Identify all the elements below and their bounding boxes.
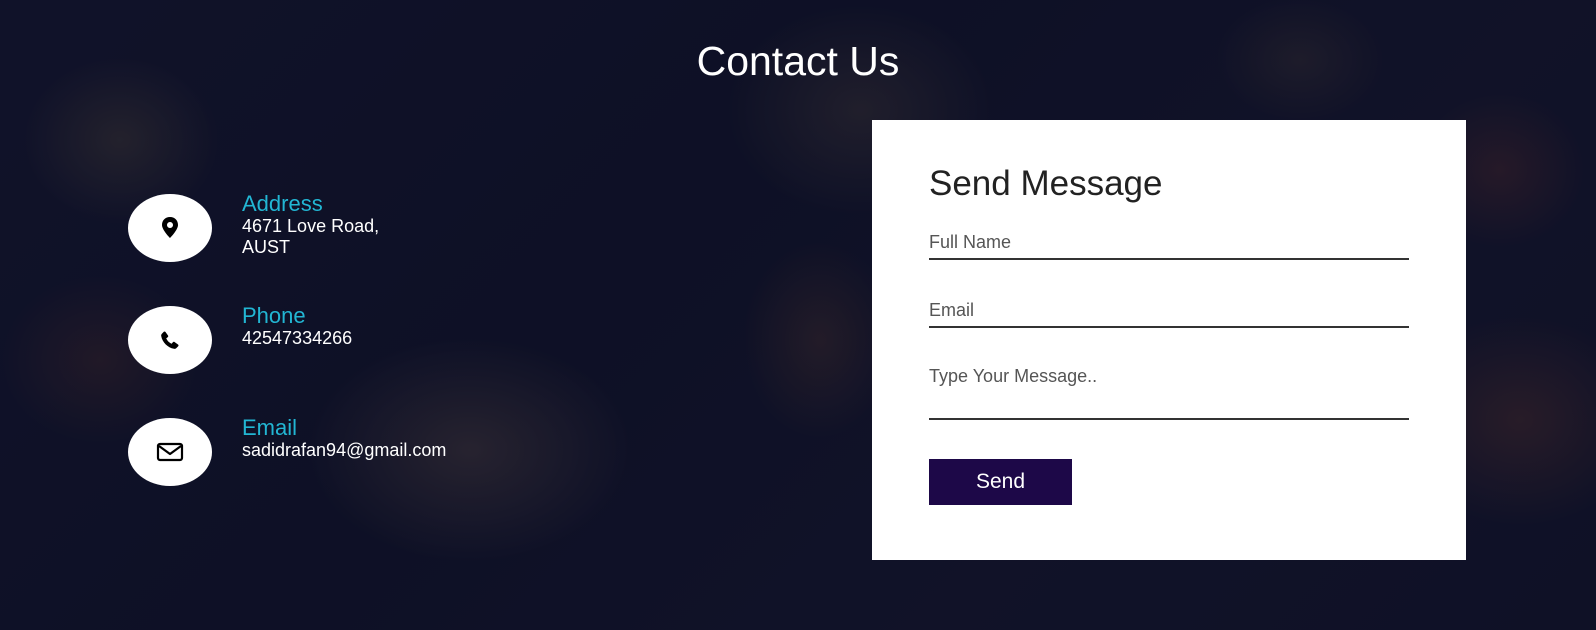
phone-icon — [128, 306, 212, 374]
address-text: Address 4671 Love Road, AUST — [242, 192, 379, 258]
envelope-icon — [128, 418, 212, 486]
contact-page: Contact Us Address 4671 Love Road, AUST … — [0, 0, 1596, 630]
email-label: Email — [242, 415, 298, 440]
full-name-input[interactable] — [929, 230, 1409, 260]
phone-text: Phone 42547334266 — [242, 304, 352, 349]
email-text: Email sadidrafan94@gmail.com — [242, 416, 446, 461]
email-input[interactable] — [929, 298, 1409, 328]
page-title: Contact Us — [696, 38, 900, 84]
send-message-form: Send Message Send — [872, 120, 1466, 560]
phone-value: 42547334266 — [242, 328, 353, 348]
address-value: 4671 Love Road, AUST — [242, 216, 380, 257]
send-button[interactable]: Send — [929, 459, 1072, 505]
phone-label: Phone — [242, 303, 306, 328]
form-title: Send Message — [929, 164, 1163, 203]
address-label: Address — [242, 191, 323, 216]
contact-item-phone: Phone 42547334266 — [128, 304, 548, 376]
contact-item-address: Address 4671 Love Road, AUST — [128, 192, 548, 264]
map-pin-icon — [128, 194, 212, 262]
contact-item-email: Email sadidrafan94@gmail.com — [128, 416, 548, 488]
message-textarea[interactable] — [929, 366, 1409, 420]
email-value: sadidrafan94@gmail.com — [242, 440, 447, 460]
